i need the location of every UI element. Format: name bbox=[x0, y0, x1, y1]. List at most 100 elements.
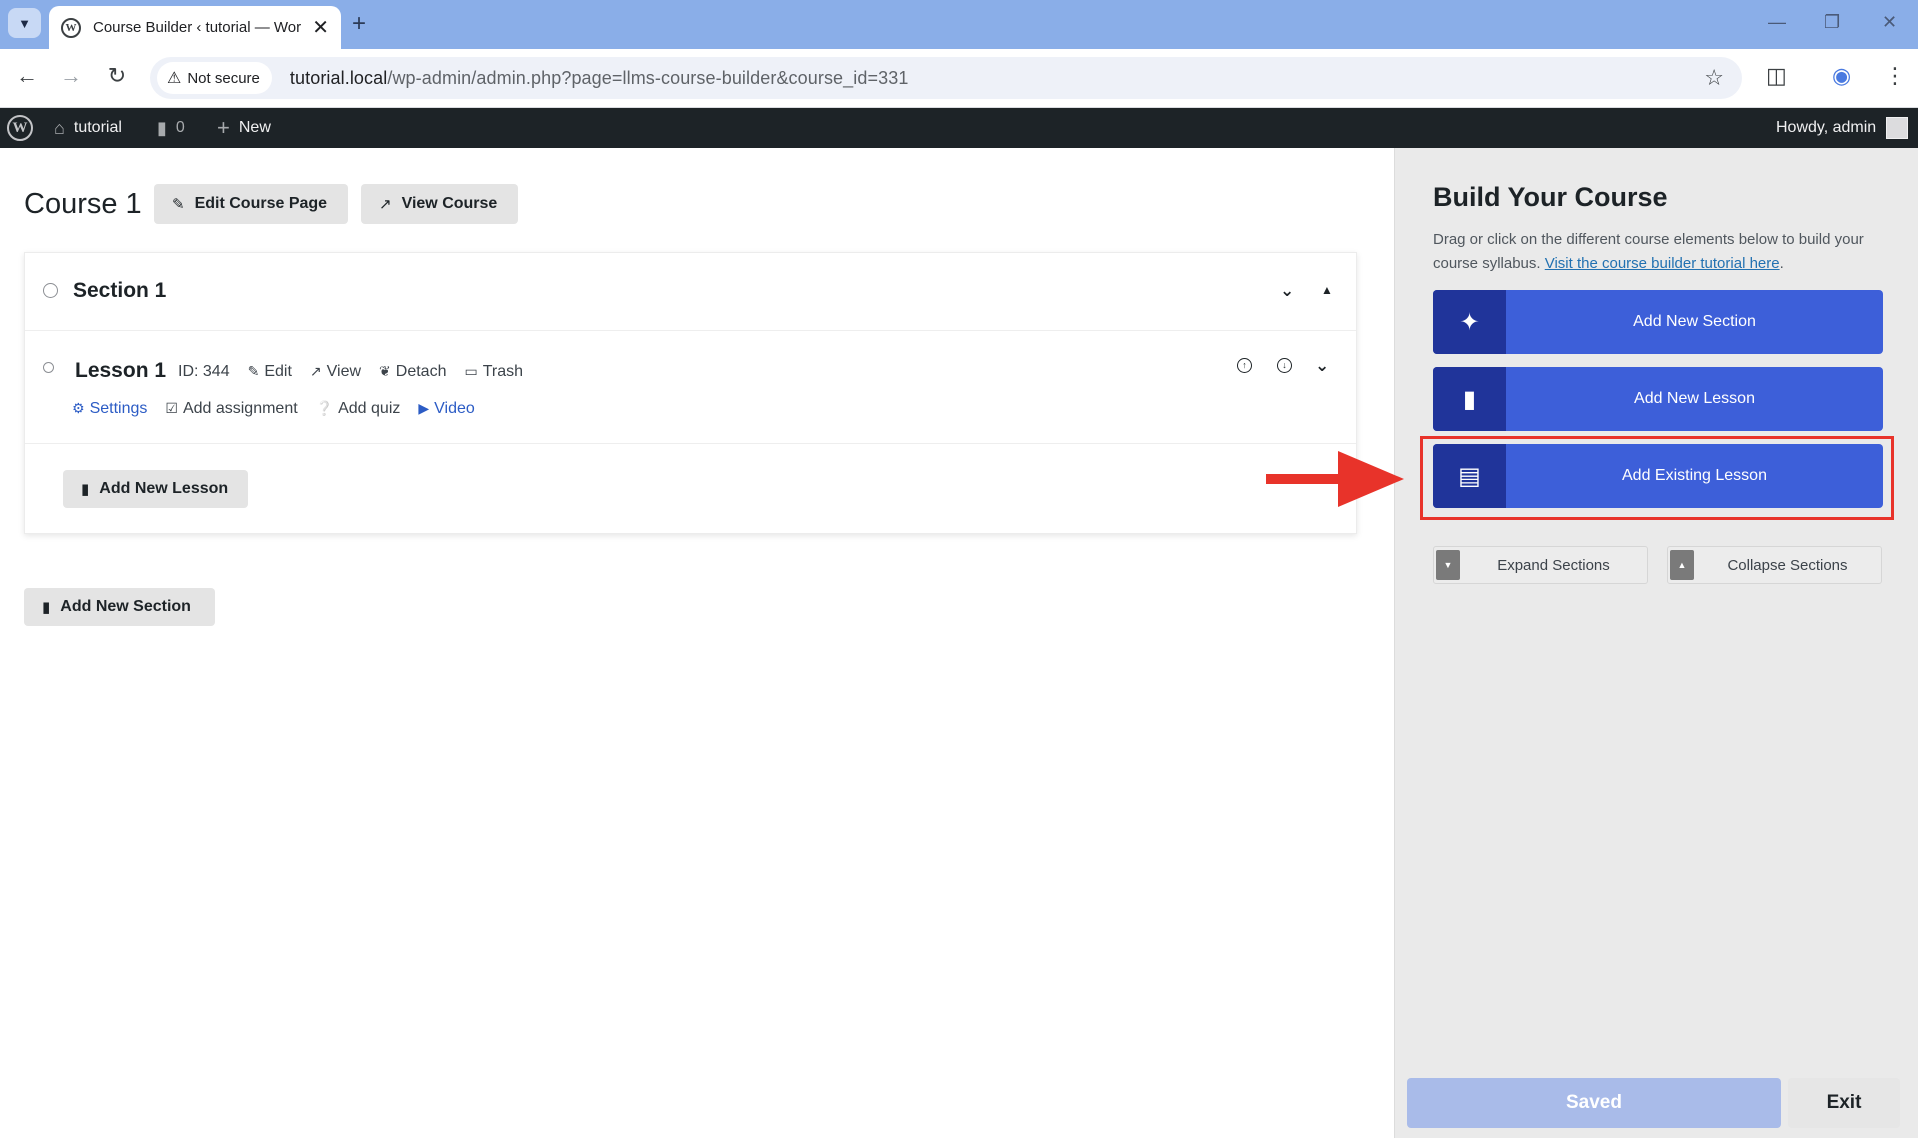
section-drag-handle[interactable] bbox=[43, 283, 58, 298]
section-title[interactable]: Section 1 bbox=[73, 279, 166, 303]
comment-bubble-icon: ▮ bbox=[157, 117, 167, 138]
add-quiz-link[interactable]: ❔ Add quiz bbox=[316, 400, 401, 418]
file-icon: ▮ bbox=[1433, 367, 1506, 431]
view-course-label: View Course bbox=[401, 195, 498, 212]
file-icon: ▮ bbox=[81, 481, 90, 498]
browser-menu-icon[interactable]: ⋮ bbox=[1884, 63, 1906, 89]
edit-course-page-label: Edit Course Page bbox=[194, 195, 328, 212]
lesson-trash-link[interactable]: ▭ Trash bbox=[464, 363, 523, 381]
lesson-title[interactable]: Lesson 1 bbox=[75, 359, 166, 383]
extensions-icon[interactable]: ◫ bbox=[1766, 63, 1787, 89]
chevron-down-icon[interactable]: ⌄ bbox=[1315, 356, 1329, 376]
move-up-icon[interactable]: ↑ bbox=[1237, 358, 1252, 373]
checkbox-icon: ☑ bbox=[165, 400, 178, 416]
caret-down-icon: ▼ bbox=[1436, 550, 1460, 580]
trash-icon: ▭ bbox=[464, 363, 478, 379]
lesson-detach-label: Detach bbox=[395, 363, 447, 380]
annotation-arrow-icon bbox=[1266, 451, 1404, 507]
site-name: tutorial bbox=[73, 119, 122, 136]
lesson-edit-label: Edit bbox=[264, 363, 292, 380]
expand-sections-label: Expand Sections bbox=[1497, 556, 1610, 574]
site-name-menu[interactable]: ⌂ tutorial bbox=[54, 108, 122, 148]
edit-course-page-button[interactable]: ✎ Edit Course Page bbox=[154, 184, 348, 224]
wp-admin-bar: W ⌂ tutorial ▮ 0 + New Howdy, admin bbox=[0, 108, 1918, 148]
sidebar-desc-end: . bbox=[1779, 255, 1784, 272]
add-assignment-label: Add assignment bbox=[182, 400, 298, 417]
lesson-settings-label: Settings bbox=[89, 400, 148, 417]
course-builder-main: Course 1 ✎ Edit Course Page ↗ View Cours… bbox=[0, 148, 1394, 1138]
sidebar-add-new-lesson-label: Add New Lesson bbox=[1634, 390, 1755, 407]
sidebar-add-new-lesson-button[interactable]: ▮ Add New Lesson bbox=[1433, 367, 1883, 431]
add-new-lesson-label: Add New Lesson bbox=[99, 480, 229, 497]
lesson-drag-handle[interactable] bbox=[43, 362, 54, 373]
lesson-trash-label: Trash bbox=[482, 363, 524, 380]
add-new-section-button[interactable]: ▮ Add New Section bbox=[24, 588, 215, 626]
sidebar-description: Drag or click on the different course el… bbox=[1433, 228, 1893, 276]
lesson-edit-link[interactable]: ✎ Edit bbox=[248, 363, 292, 381]
lesson-meta: ID: 344 ✎ Edit ↗ View ❦ Detach ▭ Trash bbox=[178, 363, 523, 381]
new-tab-icon[interactable]: + bbox=[352, 10, 366, 38]
view-course-button[interactable]: ↗ View Course bbox=[361, 184, 518, 224]
bookmark-star-icon[interactable]: ☆ bbox=[1704, 65, 1724, 91]
comments-menu[interactable]: ▮ 0 bbox=[157, 108, 185, 148]
gear-icon: ⚙ bbox=[72, 400, 85, 416]
browser-tab-bar: ▼ W Course Builder ‹ tutorial — Wor ✕ + … bbox=[0, 0, 1918, 49]
avatar bbox=[1886, 117, 1909, 139]
sidebar-title: Build Your Course bbox=[1433, 182, 1668, 212]
video-link[interactable]: ▶ Video bbox=[418, 400, 474, 418]
profile-icon[interactable]: ◉ bbox=[1832, 63, 1851, 89]
external-link-icon: ↗ bbox=[379, 196, 392, 213]
browser-tab-active[interactable]: W Course Builder ‹ tutorial — Wor ✕ bbox=[49, 6, 341, 49]
howdy-text: Howdy, admin bbox=[1776, 119, 1877, 136]
close-window-icon[interactable]: ✕ bbox=[1882, 12, 1897, 33]
highlight-box bbox=[1420, 436, 1894, 520]
puzzle-icon: ✦ bbox=[1433, 290, 1506, 354]
chevron-down-icon: ▼ bbox=[18, 15, 31, 31]
question-circle-icon: ❔ bbox=[315, 400, 334, 416]
chevron-down-icon[interactable]: ⌄ bbox=[1280, 281, 1294, 301]
lesson-actions: ⚙ Settings ☑ Add assignment ❔ Add quiz ▶ Vid… bbox=[72, 400, 475, 418]
back-icon[interactable]: ← bbox=[12, 63, 42, 89]
security-chip[interactable]: ⚠ Not secure bbox=[157, 62, 272, 94]
saved-button[interactable]: Saved bbox=[1407, 1078, 1781, 1128]
add-assignment-link[interactable]: ☑ Add assignment bbox=[165, 400, 297, 418]
section-header[interactable]: Section 1 ⌄ ▲ bbox=[25, 253, 1356, 331]
minimize-icon[interactable]: — bbox=[1768, 12, 1786, 33]
address-bar[interactable]: ⚠ Not secure tutorial.local/wp-admin/adm… bbox=[150, 57, 1742, 99]
tab-title: Course Builder ‹ tutorial — Wor bbox=[93, 19, 302, 36]
lesson-detach-link[interactable]: ❦ Detach bbox=[379, 363, 446, 381]
sidebar-add-new-section-button[interactable]: ✦ Add New Section bbox=[1433, 290, 1883, 354]
browser-toolbar: ← → ↻ ⚠ Not secure tutorial.local/wp-adm… bbox=[0, 49, 1918, 108]
section-card: Section 1 ⌄ ▲ Lesson 1 ID: 344 ✎ Edit ↗ Vi… bbox=[24, 252, 1357, 534]
wordpress-logo-icon: W bbox=[7, 115, 33, 141]
lesson-row[interactable]: Lesson 1 ID: 344 ✎ Edit ↗ View ❦ Detach ▭ Tr… bbox=[25, 332, 1356, 444]
exit-button[interactable]: Exit bbox=[1788, 1078, 1900, 1128]
add-new-section-label: Add New Section bbox=[60, 598, 191, 615]
external-link-icon: ↗ bbox=[309, 363, 322, 379]
new-content-menu[interactable]: + New bbox=[217, 108, 271, 148]
close-tab-icon[interactable]: ✕ bbox=[312, 15, 329, 40]
forward-icon[interactable]: → bbox=[56, 63, 86, 89]
reload-icon[interactable]: ↻ bbox=[102, 63, 132, 89]
add-quiz-label: Add quiz bbox=[338, 400, 401, 417]
lesson-id: ID: 344 bbox=[178, 363, 230, 380]
lesson-view-label: View bbox=[326, 363, 362, 380]
add-new-lesson-button[interactable]: ▮ Add New Lesson bbox=[63, 470, 248, 508]
caret-up-icon[interactable]: ▲ bbox=[1321, 283, 1333, 297]
url-text[interactable]: tutorial.local/wp-admin/admin.php?page=l… bbox=[290, 68, 909, 89]
collapse-sections-button[interactable]: ▲ Collapse Sections bbox=[1667, 546, 1882, 584]
expand-sections-button[interactable]: ▼ Expand Sections bbox=[1433, 546, 1648, 584]
tab-search-button[interactable]: ▼ bbox=[8, 8, 41, 38]
edit-icon: ✎ bbox=[172, 196, 185, 213]
collapse-sections-label: Collapse Sections bbox=[1727, 556, 1848, 574]
restore-icon[interactable]: ❐ bbox=[1824, 12, 1840, 33]
course-title: Course 1 bbox=[24, 188, 142, 220]
url-host: tutorial.local bbox=[289, 67, 388, 88]
wp-logo-menu[interactable]: W bbox=[7, 108, 33, 148]
user-account-menu[interactable]: Howdy, admin bbox=[1776, 108, 1909, 148]
lesson-settings-link[interactable]: ⚙ Settings bbox=[72, 400, 147, 418]
warning-icon: ⚠ bbox=[167, 70, 182, 87]
tutorial-link[interactable]: Visit the course builder tutorial here bbox=[1545, 255, 1780, 272]
move-down-icon[interactable]: ↓ bbox=[1277, 358, 1292, 373]
lesson-view-link[interactable]: ↗ View bbox=[310, 363, 361, 381]
